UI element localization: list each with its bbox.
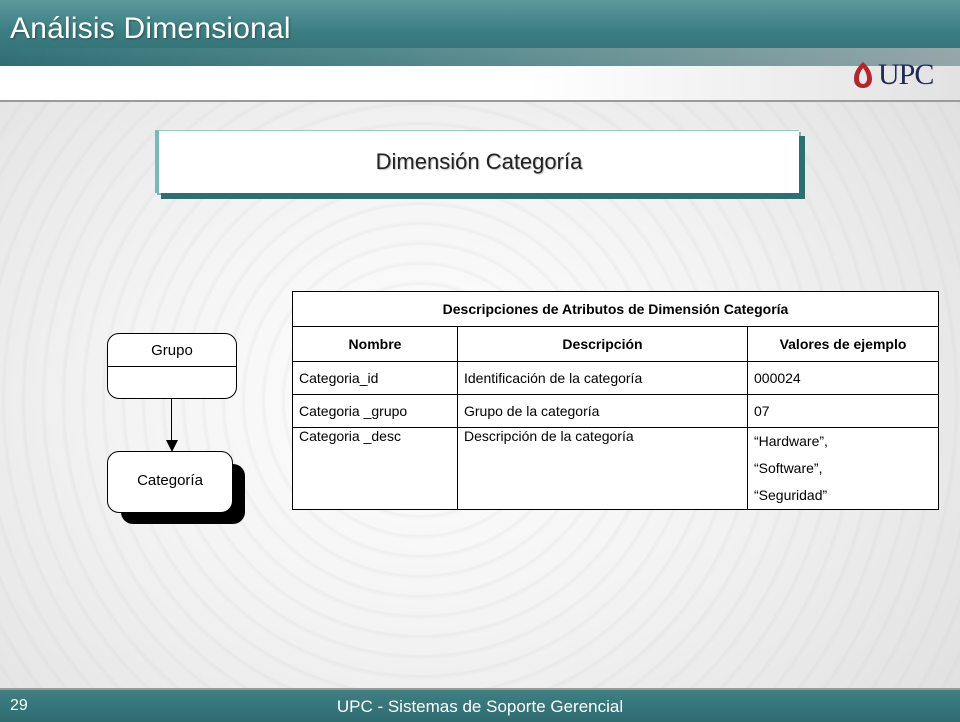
entity-categoria: Categoría (107, 451, 233, 513)
entity-grupo: Grupo (107, 333, 237, 399)
column-header-descripcion: Descripción (457, 326, 748, 362)
upc-logo: UPC (852, 58, 934, 92)
subtitle: Dimensión Categoría (375, 149, 583, 174)
table-caption: Descripciones de Atributos de Dimensión … (292, 291, 939, 327)
attribute-table: Descripciones de Atributos de Dimensión … (292, 291, 939, 510)
slide-title: Análisis Dimensional (10, 12, 291, 45)
relationship-line (171, 398, 172, 442)
cell-nombre: Categoria _grupo (292, 394, 458, 428)
subtitle-box: Dimensión Categoría (155, 130, 799, 193)
table-header-row: Nombre Descripción Valores de ejemplo (292, 326, 939, 362)
table-row: Categoria _desc Descripción de la catego… (292, 427, 939, 510)
table-caption-row: Descripciones de Atributos de Dimensión … (292, 291, 939, 327)
table-row: Categoria _grupo Grupo de la categoría 0… (292, 394, 939, 428)
table-row: Categoria_id Identificación de la catego… (292, 361, 939, 395)
value-line: “Software”, (754, 460, 823, 476)
cell-valores: 000024 (747, 361, 939, 395)
cell-descripcion: Grupo de la categoría (457, 394, 748, 428)
logo-text: UPC (878, 58, 934, 91)
cell-valores: 07 (747, 394, 939, 428)
header-strip (0, 66, 960, 102)
entity-grupo-label: Grupo (151, 342, 193, 359)
column-header-nombre: Nombre (292, 326, 458, 362)
footer-band: 29 UPC - Sistemas de Soporte Gerencial (0, 688, 960, 722)
cell-descripcion: Identificación de la categoría (457, 361, 748, 395)
column-header-valores: Valores de ejemplo (747, 326, 939, 362)
header-band: Análisis Dimensional (0, 0, 960, 66)
value-line: “Hardware”, (754, 433, 828, 449)
upc-emblem-icon (854, 62, 872, 88)
entity-divider (108, 366, 236, 367)
cell-valores: “Hardware”, “Software”, “Seguridad” (747, 427, 939, 510)
cell-nombre: Categoria_id (292, 361, 458, 395)
entity-categoria-label: Categoría (137, 472, 203, 489)
value-line: “Seguridad” (754, 487, 828, 503)
cell-descripcion: Descripción de la categoría (457, 427, 748, 510)
cell-nombre: Categoria _desc (292, 427, 458, 510)
footer-text: UPC - Sistemas de Soporte Gerencial (336, 697, 624, 716)
